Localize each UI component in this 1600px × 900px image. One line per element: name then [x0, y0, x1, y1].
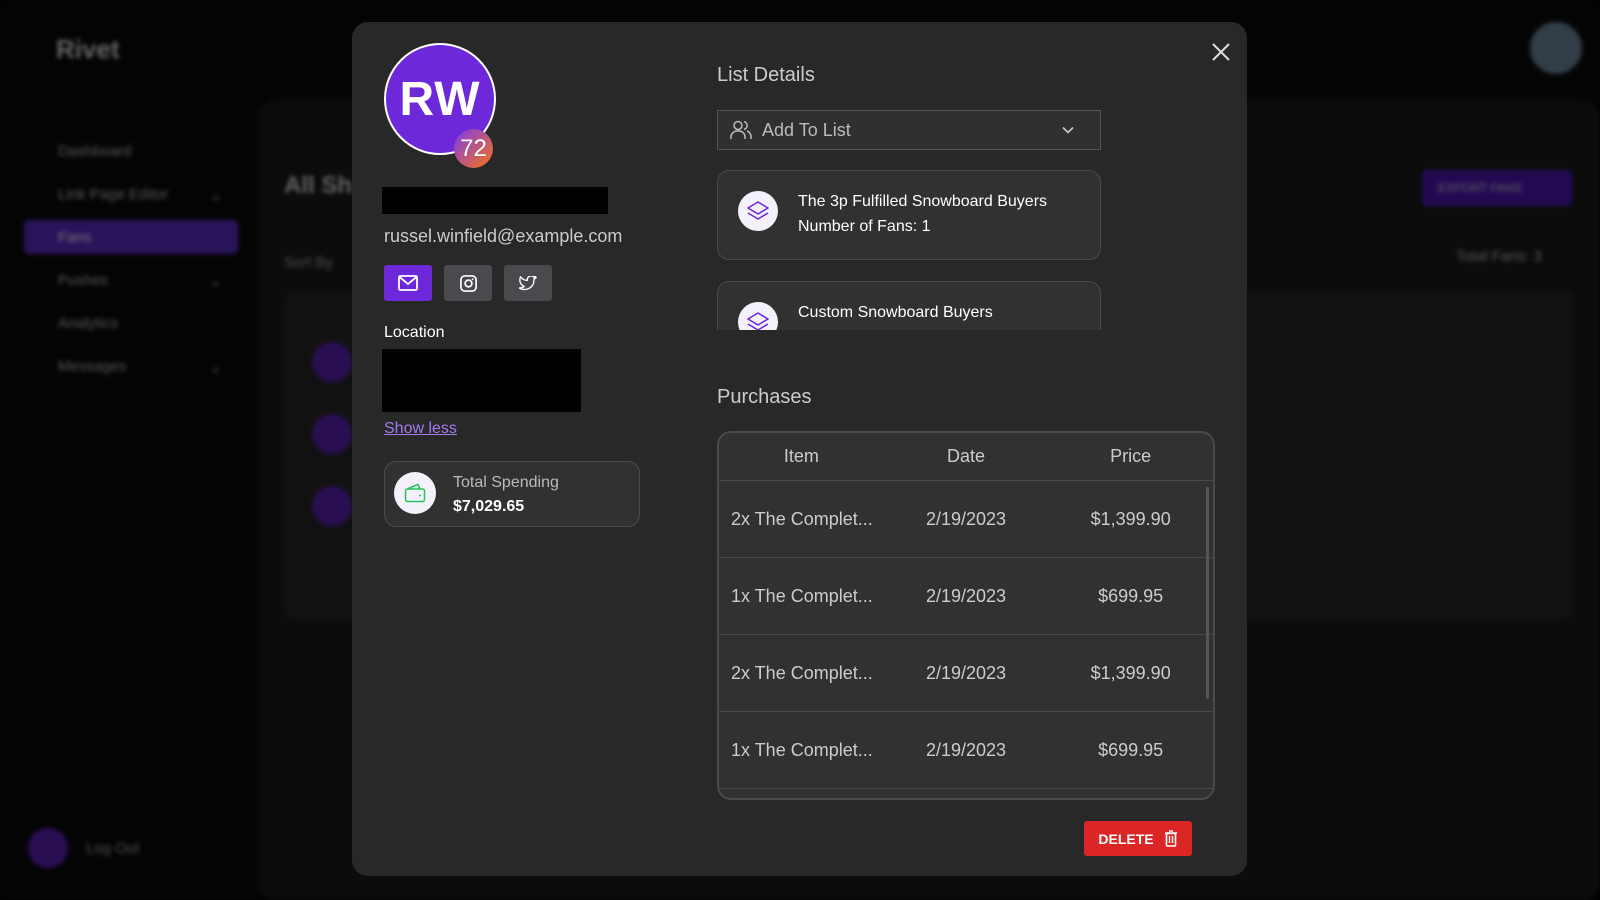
list-name: The 3p Fulfilled Snowboard Buyers: [798, 193, 1048, 210]
sidebar-item-label: Messages: [58, 358, 127, 375]
item-cell: 1x The Complet...: [731, 585, 873, 606]
price-cell: $699.95: [1098, 585, 1164, 606]
twitter-icon: [519, 275, 537, 290]
sort-by-label: Sort By: [284, 254, 334, 271]
table-header: Item Date Price: [719, 433, 1213, 481]
table-row: 1x The Complet... 2/19/2023 $699.95: [719, 712, 1213, 789]
users-icon: [730, 120, 752, 139]
sidebar-item: Dashboard: [24, 134, 238, 168]
email-button[interactable]: [384, 265, 432, 301]
item-cell: 2x The Complet...: [731, 508, 873, 529]
sidebar-item-label: Link Page Editor: [58, 186, 169, 203]
price-cell: $1,399.90: [1090, 508, 1171, 529]
price-cell: $699.95: [1098, 739, 1164, 760]
score-badge: 72: [454, 129, 493, 168]
twitter-button[interactable]: [504, 265, 552, 301]
export-fans-button: EXPORT FANS: [1422, 170, 1572, 206]
mail-icon: [398, 275, 418, 291]
list-card[interactable]: Custom Snowboard Buyers: [717, 281, 1101, 330]
logout-label: Log Out: [86, 840, 140, 857]
delete-label: DELETE: [1098, 830, 1154, 847]
purchases-title: Purchases: [717, 386, 812, 408]
header-item: Item: [783, 446, 819, 466]
total-fans: Total Fans: 3: [1456, 248, 1542, 265]
list-cards[interactable]: The 3p Fulfilled Snowboard Buyers Number…: [717, 170, 1101, 330]
total-spending-label: Total Spending: [453, 474, 559, 491]
sidebar-item: Messages ⌄: [24, 349, 238, 383]
page-title: All Sh: [284, 172, 353, 199]
header-price: Price: [1110, 446, 1152, 466]
date-cell: 2/19/2023: [925, 739, 1007, 760]
item-cell: 1x The Complet...: [731, 739, 873, 760]
chevron-down-icon: ⌄: [209, 273, 222, 290]
show-less-link[interactable]: Show less: [384, 420, 457, 438]
list-card[interactable]: The 3p Fulfilled Snowboard Buyers Number…: [717, 170, 1101, 260]
fan-avatar: [312, 342, 352, 382]
redacted-location: [382, 349, 581, 412]
trash-icon: [1164, 830, 1177, 847]
instagram-button[interactable]: [444, 265, 492, 301]
purchases-table: Item Date Price 2x The Complet... 2/19/20…: [717, 431, 1215, 800]
email: russel.winfield@example.com: [384, 226, 623, 246]
table-scrollbar[interactable]: [1206, 487, 1209, 699]
sidebar-item-label: Dashboard: [58, 143, 132, 160]
date-cell: 2/19/2023: [925, 508, 1007, 529]
redacted-name: [382, 187, 608, 214]
user-avatar: [1530, 22, 1582, 74]
sidebar-item: Pushes ⌄: [24, 263, 238, 297]
sidebar-item: Fans: [24, 220, 238, 254]
fan-avatar: [312, 486, 352, 526]
table-row: 2x The Complet... 2/19/2023 $1,399.90: [719, 635, 1213, 712]
total-spending-value: $7,029.65: [453, 498, 525, 515]
sidebar-item-label: Analytics: [58, 315, 119, 332]
close-icon[interactable]: [1209, 40, 1233, 64]
layers-icon: [738, 191, 778, 231]
sidebar-item-label: Fans: [58, 229, 92, 246]
chevron-down-icon: ⌄: [209, 187, 222, 204]
date-cell: 2/19/2023: [925, 662, 1007, 683]
logo: Rivet: [56, 34, 120, 64]
wallet-icon: [394, 472, 436, 514]
instagram-icon: [459, 274, 477, 292]
price-cell: $1,399.90: [1090, 662, 1171, 683]
add-to-list-dropdown[interactable]: Add To List: [717, 110, 1101, 150]
table-row: 2x The Complet... 2/19/2023 $1,399.90: [719, 481, 1213, 558]
list-name: Custom Snowboard Buyers: [798, 304, 993, 321]
sidebar-item: Link Page Editor ⌄: [24, 177, 238, 211]
date-cell: 2/19/2023: [925, 585, 1007, 606]
location-label: Location: [384, 324, 445, 341]
item-cell: 2x The Complet...: [731, 662, 873, 683]
list-fan-count: Number of Fans: 1: [798, 218, 931, 235]
logout-avatar: [28, 828, 68, 868]
list-details-title: List Details: [717, 64, 815, 86]
chevron-down-icon: [1062, 126, 1074, 134]
fan-avatar: [312, 414, 352, 454]
sidebar-item-label: Pushes: [58, 272, 109, 289]
sidebar-item: Analytics: [24, 306, 238, 340]
total-spending-card: Total Spending $7,029.65: [384, 461, 640, 527]
table-row: 1x The Complet... 2/19/2023 $699.95: [719, 558, 1213, 635]
fan-detail-modal: RW 72 russel.winfield@example.com Locati…: [352, 22, 1247, 876]
chevron-down-icon: ⌄: [209, 359, 222, 376]
layers-icon: [738, 302, 778, 330]
header-date: Date: [946, 446, 986, 466]
delete-button[interactable]: DELETE: [1084, 821, 1192, 856]
add-to-list-label: Add To List: [762, 119, 851, 140]
